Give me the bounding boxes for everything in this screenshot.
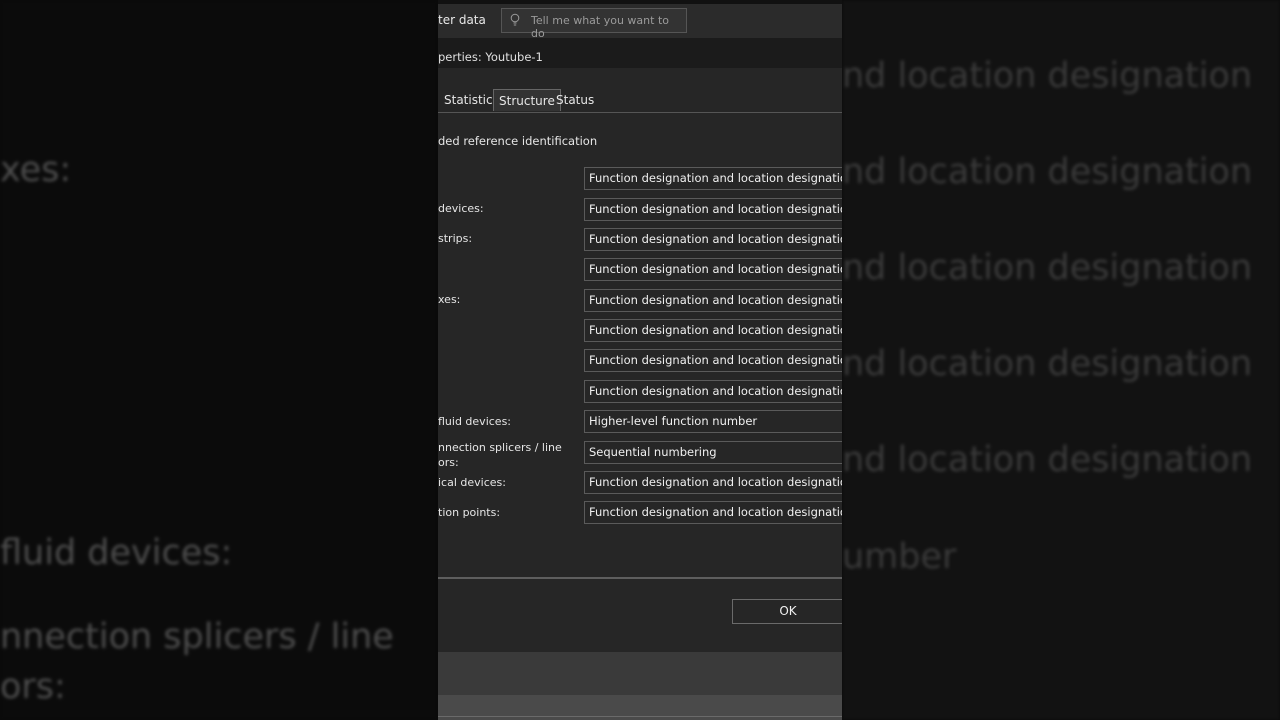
tell-me-placeholder: Tell me what you want to do: [531, 14, 669, 40]
bg-text-line-2: nd location designation: [842, 152, 1253, 192]
bg-text-line-1: nd location designation: [842, 56, 1253, 96]
row-label: devices:: [438, 202, 484, 215]
row-label: tion points:: [438, 506, 501, 519]
row-label: xes:: [438, 293, 461, 306]
structure-dropdown[interactable]: Higher-level function number: [584, 410, 842, 433]
status-area: [438, 652, 842, 695]
bg-text-line-3: nd location designation: [842, 248, 1253, 288]
screen-strip: ter data Tell me what you want to do per…: [438, 0, 842, 720]
row-label: fluid devices:: [438, 415, 512, 428]
background-left: xes: fluid devices: nnection splicers / …: [0, 0, 438, 720]
section-label-reference-identification: ded reference identification: [438, 134, 598, 148]
structure-dropdown[interactable]: Function designation and location design…: [584, 380, 842, 403]
row-label: strips:: [438, 232, 473, 245]
dialog-title: perties: Youtube-1: [438, 50, 543, 64]
lightbulb-icon: [510, 13, 520, 26]
dialog-separator: [438, 577, 842, 579]
structure-dropdown[interactable]: Function designation and location design…: [584, 501, 842, 524]
status-bar: [438, 695, 842, 720]
bg-text-fluid-devices: fluid devices:: [0, 533, 233, 573]
ok-button[interactable]: OK: [732, 599, 842, 624]
row-label: nnection splicers / line ors:: [438, 441, 562, 469]
structure-dropdown[interactable]: Function designation and location design…: [584, 349, 842, 372]
tab-status[interactable]: Status: [551, 89, 599, 111]
structure-dropdown[interactable]: Function designation and location design…: [584, 167, 842, 190]
ribbon: ter data Tell me what you want to do: [438, 0, 842, 40]
structure-dropdown[interactable]: Function designation and location design…: [584, 471, 842, 494]
bg-text-line-4: nd location designation: [842, 344, 1253, 384]
structure-dropdown[interactable]: Function designation and location design…: [584, 319, 842, 342]
structure-dropdown[interactable]: Function designation and location design…: [584, 228, 842, 251]
bg-text-line-5: nd location designation: [842, 440, 1253, 480]
status-bar-line: [438, 716, 842, 717]
row-label: ical devices:: [438, 476, 506, 489]
structure-dropdown[interactable]: Function designation and location design…: [584, 258, 842, 281]
ribbon-master-data-tab[interactable]: ter data: [438, 13, 486, 27]
dialog-title-bar: perties: Youtube-1: [438, 38, 842, 68]
structure-dropdown[interactable]: Function designation and location design…: [584, 289, 842, 312]
bg-text-line-6: umber: [842, 537, 957, 577]
tell-me-search[interactable]: Tell me what you want to do: [501, 8, 687, 40]
bg-text-xes: xes:: [0, 150, 72, 190]
bg-text-ors: ors:: [0, 667, 66, 707]
structure-dropdown[interactable]: Sequential numbering: [584, 441, 842, 464]
structure-dropdown[interactable]: Function designation and location design…: [584, 198, 842, 221]
background-right: nd location designation nd location desi…: [842, 0, 1280, 720]
bg-text-connection-splicers: nnection splicers / line: [0, 617, 394, 657]
